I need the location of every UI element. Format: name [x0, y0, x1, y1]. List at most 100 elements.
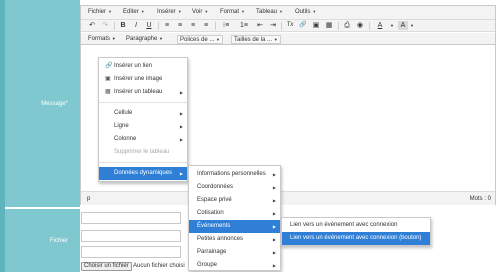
italic-button[interactable]: I: [131, 21, 141, 30]
classified-ads-item[interactable]: Petites annonces ▶: [189, 233, 280, 246]
row-item[interactable]: Ligne ▶: [99, 120, 187, 133]
font-family-dropdown[interactable]: Polices de ... ▼: [177, 35, 223, 44]
toolbar-separator: [114, 22, 115, 30]
word-count: Mots : 0: [469, 196, 491, 202]
event-link-item[interactable]: Lien vers un événement avec connexion: [282, 219, 430, 232]
menu-outils[interactable]: Outils ▼: [295, 9, 316, 15]
message-label: Message*: [41, 101, 68, 107]
chevron-down-icon: ▼: [204, 9, 209, 14]
chevron-right-icon: ▶: [272, 172, 276, 177]
background-color-icon[interactable]: A: [398, 21, 408, 30]
chevron-right-icon: ▶: [179, 137, 183, 142]
chevron-down-icon: ▼: [279, 9, 283, 14]
required-mark: *: [65, 101, 68, 107]
events-submenu: Lien vers un événement avec connexion Li…: [281, 217, 431, 246]
link-icon: 🔗: [105, 63, 113, 69]
table-icon: ▦: [105, 89, 111, 95]
clear-formatting-icon[interactable]: Tx: [285, 21, 295, 30]
chevron-right-icon: ▶: [179, 171, 183, 176]
chevron-right-icon: ▶: [179, 90, 183, 95]
table-icon[interactable]: ▦: [324, 21, 334, 30]
menu-separator: [99, 162, 187, 163]
menu-fichier[interactable]: Fichier ▼: [88, 9, 112, 15]
insert-menu: 🔗 Insérer un lien ▣ Insérer une image ▦ Ins…: [98, 57, 188, 182]
editor-toolbar: ↶ ↷ B I U ≡ ≡ ≡ ≡ ⁝≡ 1≡ ⇤ ⇥ Tx 🔗 ▣ ▦ ⎙ ◉…: [81, 20, 495, 32]
numbered-list-icon[interactable]: 1≡: [237, 21, 251, 30]
menu-format[interactable]: Format ▼: [220, 9, 245, 15]
contact-details-item[interactable]: Coordonnées ▶: [189, 181, 280, 194]
formats-dropdown[interactable]: Formats ▼: [88, 35, 116, 44]
form-row-divider: [5, 207, 80, 209]
toolbar-separator: [338, 22, 339, 30]
font-size-dropdown[interactable]: Tailles de la ... ▼: [231, 35, 281, 44]
preview-icon[interactable]: ◉: [355, 21, 365, 30]
editor-menubar: Fichier ▼ Editer ▼ Insérer ▼ Voir ▼ Format ▼ …: [81, 6, 495, 20]
image-icon: ▣: [105, 76, 111, 82]
chevron-down-icon: ▼: [241, 9, 245, 14]
choose-file-button[interactable]: Choisir un fichier: [81, 262, 132, 271]
editor-toolbar-secondary: Formats ▼ Paragraphe ▼ Polices de ... ▼ …: [81, 33, 495, 45]
align-left-icon[interactable]: ≡: [162, 21, 172, 30]
chevron-down-icon: ▼: [216, 37, 220, 42]
chevron-right-icon: ▶: [272, 198, 276, 203]
chevron-right-icon: ▶: [179, 124, 183, 129]
insert-image-item[interactable]: ▣ Insérer une image: [99, 73, 187, 86]
undo-icon[interactable]: ↶: [87, 21, 97, 30]
menu-separator: [99, 102, 187, 103]
chevron-down-icon: ▼: [108, 9, 112, 14]
menu-tableau[interactable]: Tableau ▼: [256, 9, 283, 15]
group-item[interactable]: Groupe ▶: [189, 259, 280, 272]
dynamic-data-item[interactable]: Données dynamiques ▶: [99, 167, 187, 180]
private-space-item[interactable]: Espace privé ▶: [189, 194, 280, 207]
link-icon[interactable]: 🔗: [298, 21, 308, 30]
text-color-icon[interactable]: A: [373, 21, 387, 30]
chevron-right-icon: ▶: [272, 250, 276, 255]
chevron-right-icon: ▶: [179, 111, 183, 116]
menu-voir[interactable]: Voir ▼: [192, 9, 208, 15]
align-center-icon[interactable]: ≡: [175, 21, 185, 30]
editor-statusbar: p Mots : 0: [81, 191, 495, 205]
chevron-right-icon: ▶: [272, 211, 276, 216]
column-item[interactable]: Colonne ▶: [99, 133, 187, 146]
underline-button[interactable]: U: [144, 21, 154, 30]
redo-icon[interactable]: ↷: [100, 21, 110, 30]
cell-item[interactable]: Cellule ▶: [99, 107, 187, 120]
delete-table-item: Supprimer le tableau: [114, 149, 170, 155]
chevron-right-icon: ▶: [272, 224, 276, 229]
file-text-input[interactable]: [81, 246, 181, 258]
chevron-down-icon: ▼: [273, 37, 278, 42]
element-path[interactable]: p: [87, 196, 90, 202]
print-icon[interactable]: ⎙: [342, 21, 352, 30]
insert-link-item[interactable]: 🔗 Insérer un lien: [99, 60, 187, 73]
menu-editer[interactable]: Editer ▼: [123, 9, 145, 15]
membership-fee-item[interactable]: Cotisation ▶: [189, 207, 280, 220]
bullet-list-icon[interactable]: ⁝≡: [219, 21, 233, 30]
chevron-right-icon: ▶: [272, 263, 276, 268]
event-link-button-item[interactable]: Lien vers un événement avec connexion (b…: [282, 232, 430, 245]
justify-icon[interactable]: ≡: [201, 21, 211, 30]
sponsorship-item[interactable]: Parrainage ▶: [189, 246, 280, 259]
align-right-icon[interactable]: ≡: [188, 21, 198, 30]
toolbar-separator: [369, 22, 370, 30]
file-text-input[interactable]: [81, 212, 181, 224]
chevron-down-icon[interactable]: ▼: [409, 21, 415, 30]
bold-button[interactable]: B: [118, 21, 128, 30]
chevron-right-icon: ▶: [272, 185, 276, 190]
indent-icon[interactable]: ⇥: [268, 21, 278, 30]
events-item[interactable]: Événements ▶: [189, 220, 280, 233]
personal-info-item[interactable]: Informations personnelles ▶: [189, 168, 280, 181]
toolbar-separator: [215, 22, 216, 30]
insert-table-item[interactable]: ▦ Insérer un tableau ▶: [99, 86, 187, 99]
chevron-down-icon: ▼: [111, 36, 116, 41]
image-icon[interactable]: ▣: [311, 21, 321, 30]
paragraph-dropdown[interactable]: Paragraphe ▼: [126, 35, 163, 44]
chevron-down-icon: ▼: [312, 9, 317, 14]
form-left-edge: [0, 0, 5, 272]
menu-inserer[interactable]: Insérer ▼: [157, 9, 182, 15]
toolbar-separator: [281, 22, 282, 30]
chevron-down-icon[interactable]: ▼: [389, 21, 395, 30]
outdent-icon[interactable]: ⇤: [255, 21, 265, 30]
toolbar-separator: [158, 22, 159, 30]
file-text-input[interactable]: [81, 230, 181, 242]
chevron-right-icon: ▶: [272, 237, 276, 242]
